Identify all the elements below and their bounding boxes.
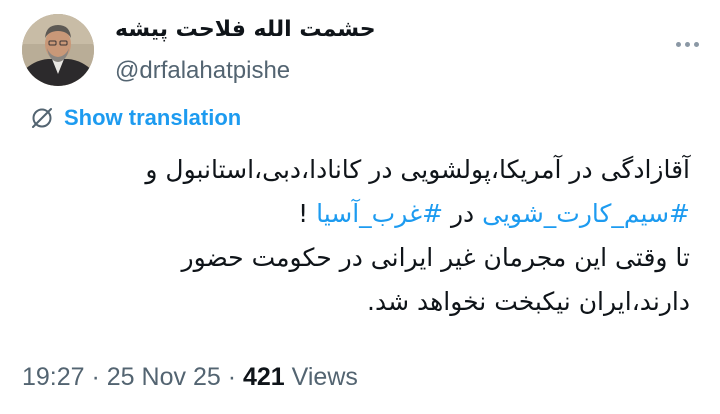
hashtag-sim-card[interactable]: #سیم_کارت_شویی bbox=[482, 199, 690, 228]
tweet-time[interactable]: 19:27 bbox=[22, 363, 85, 391]
meta-separator: · bbox=[220, 363, 243, 391]
tweet-date[interactable]: 25 Nov 25 bbox=[107, 363, 221, 391]
translate-slash-icon bbox=[32, 108, 52, 128]
tweet-card: حشمت الله فلاحت پیشه @drfalahatpishe Sho… bbox=[0, 0, 720, 414]
views-count[interactable]: 421 bbox=[243, 363, 285, 391]
more-options-button[interactable] bbox=[670, 32, 704, 56]
more-dots-icon bbox=[675, 41, 681, 47]
tweet-line-1: آقازادگی در آمریکا،پولشویی در کانادا،دبی… bbox=[145, 155, 690, 184]
show-translation-label: Show translation bbox=[64, 105, 242, 130]
more-dots-icon bbox=[693, 41, 699, 47]
tweet-line-3: تا وقتی این مجرمان غیر ایرانی در حکومت ح… bbox=[181, 243, 690, 272]
meta-separator: · bbox=[84, 363, 107, 391]
tweet-meta: 19:27 · 25 Nov 25 · 421 Views bbox=[22, 360, 358, 394]
tweet-line-2: #سیم_کارت_شویی در #غرب_آسیا ! bbox=[30, 192, 690, 236]
tweet-connector: در bbox=[443, 199, 483, 228]
show-translation-button[interactable]: Show translation bbox=[30, 104, 241, 132]
avatar-photo bbox=[22, 14, 94, 86]
avatar[interactable] bbox=[22, 14, 94, 86]
user-handle[interactable]: @drfalahatpishe bbox=[115, 56, 290, 86]
tweet-text: آقازادگی در آمریکا،پولشویی در کانادا،دبی… bbox=[30, 148, 690, 324]
tweet-line-4: دارند،ایران نیکبخت نخواهد شد. bbox=[367, 287, 690, 316]
tweet-exclaim: ! bbox=[298, 199, 317, 228]
display-name[interactable]: حشمت الله فلاحت پیشه bbox=[115, 16, 376, 44]
more-dots-icon bbox=[684, 41, 690, 47]
views-label: Views bbox=[284, 363, 358, 391]
hashtag-west-asia[interactable]: #غرب_آسیا bbox=[316, 199, 443, 228]
